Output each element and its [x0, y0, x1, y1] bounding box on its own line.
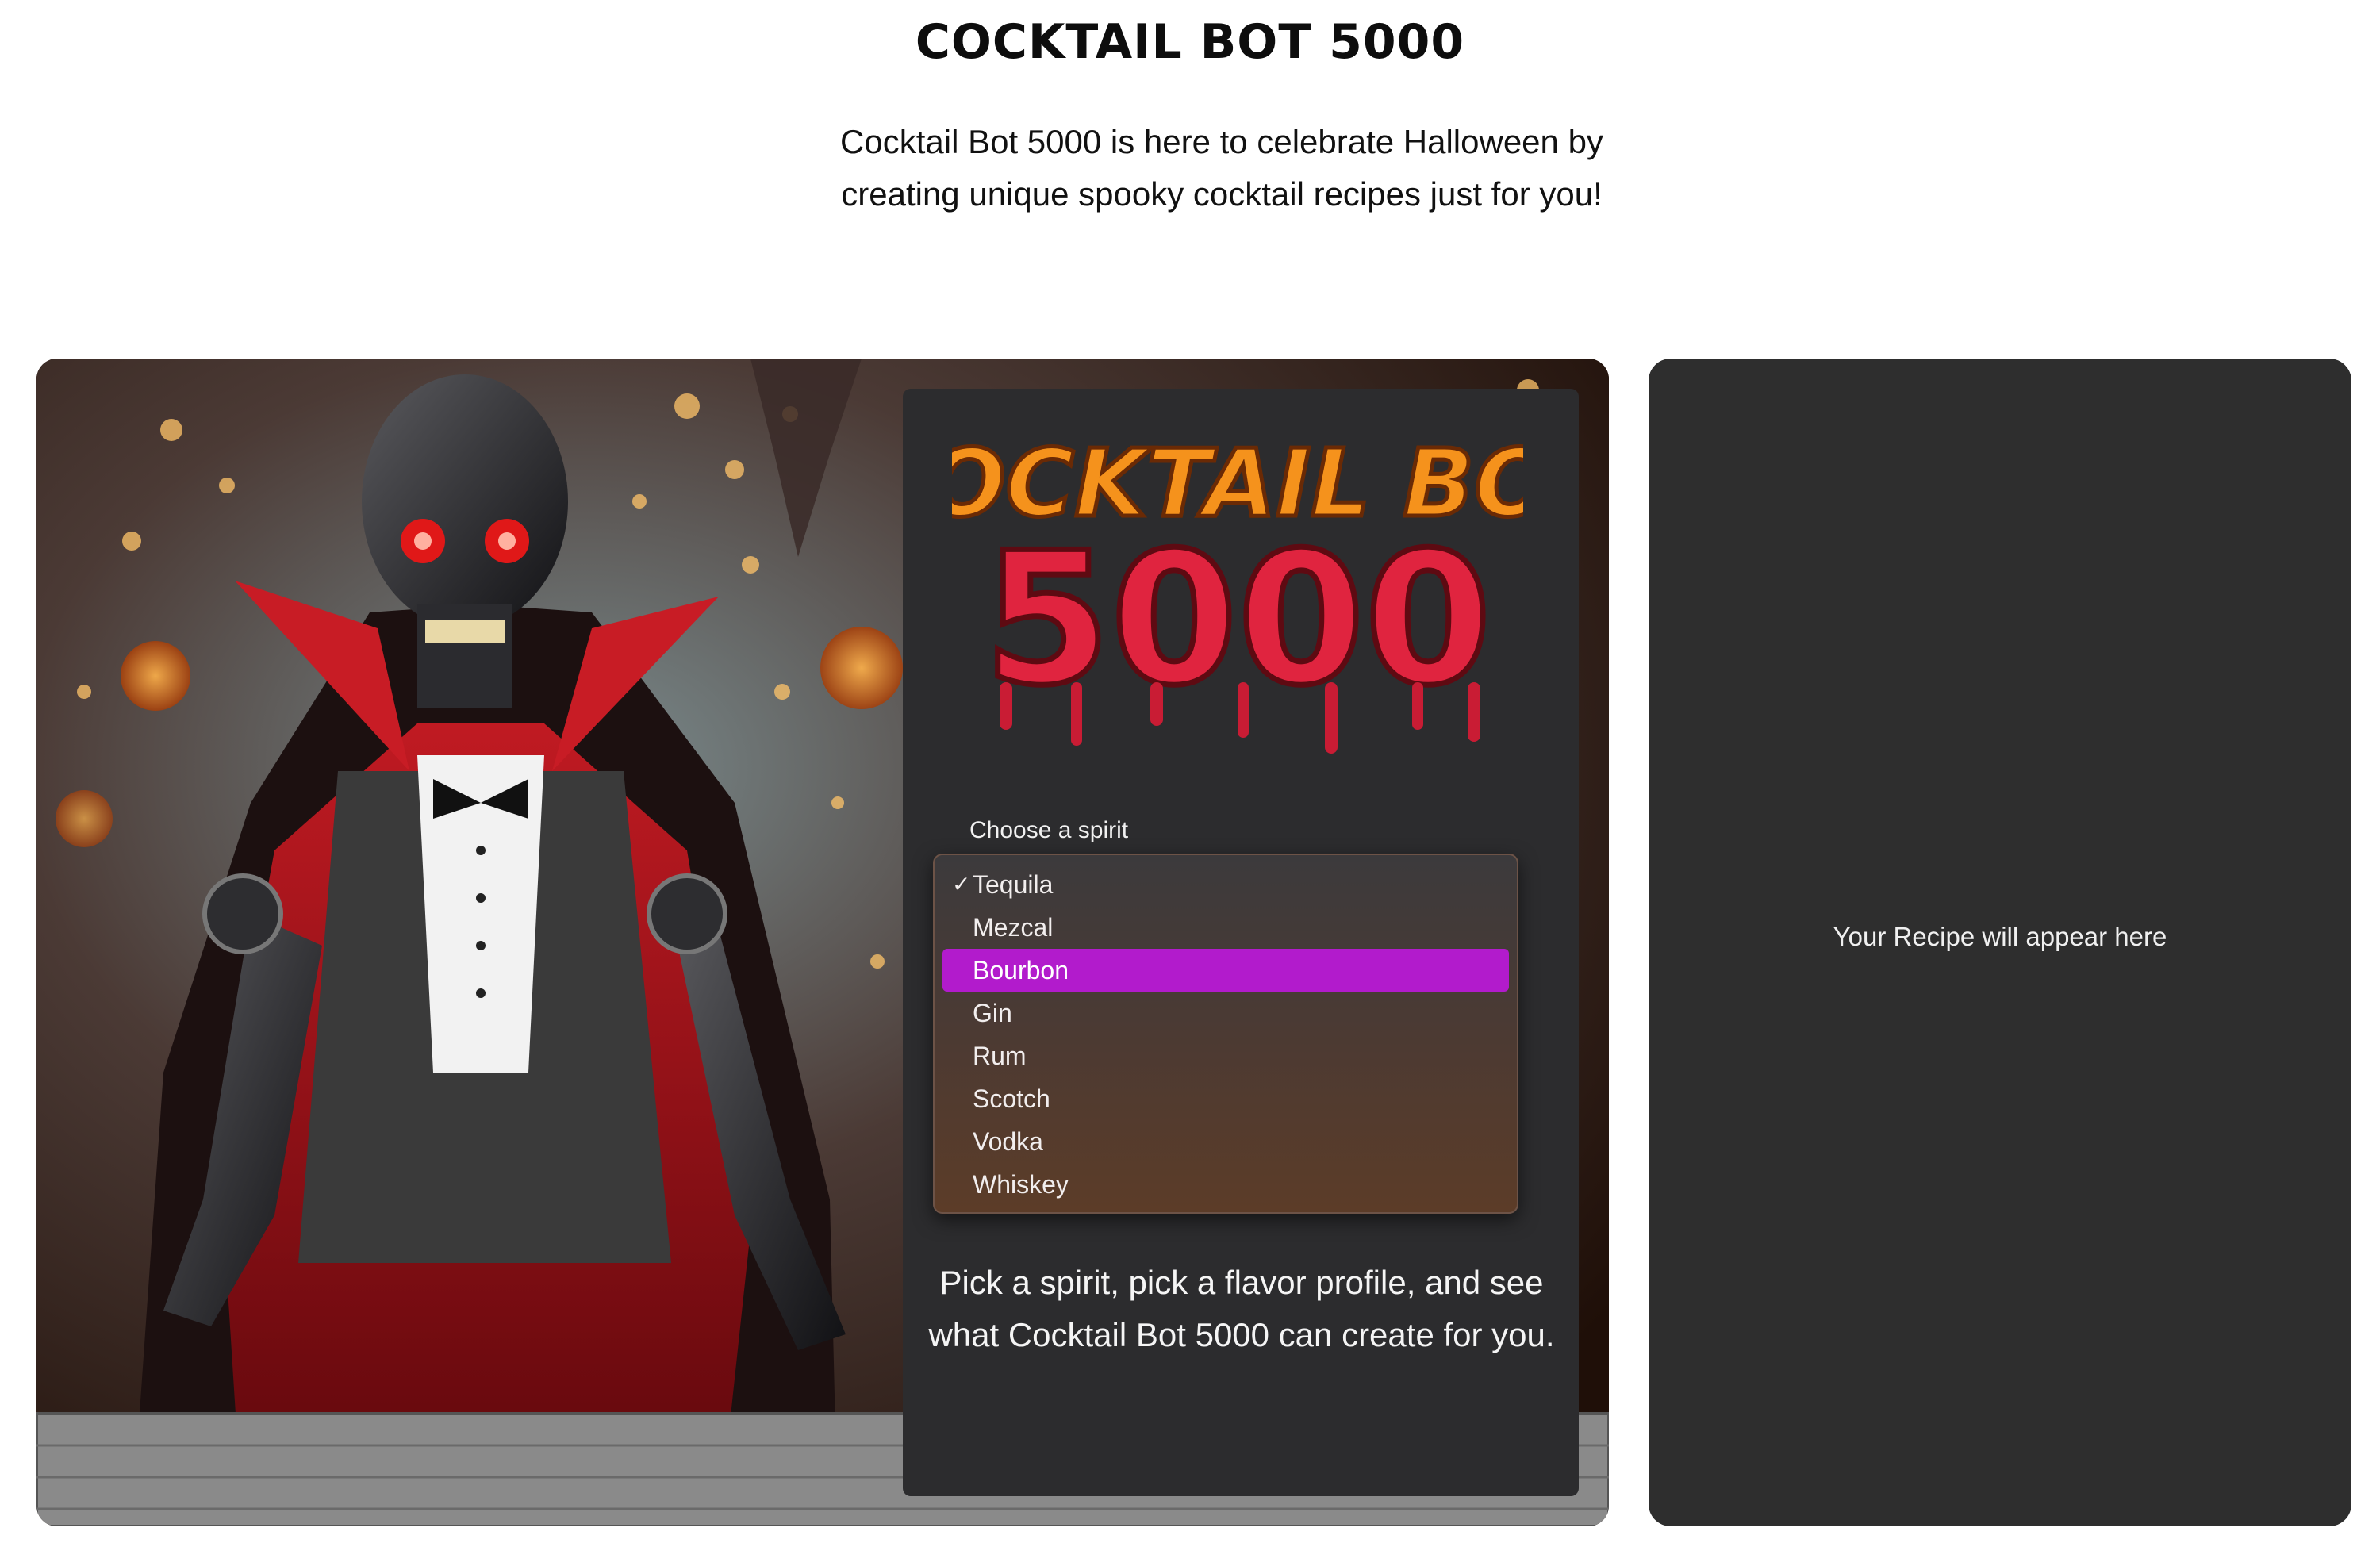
recipe-output-card: Your Recipe will appear here — [1649, 359, 2351, 1526]
option-label: Rum — [973, 1042, 1027, 1070]
option-label: Gin — [973, 999, 1012, 1027]
option-label: Tequila — [973, 870, 1054, 899]
spirit-dropdown-menu[interactable]: ✓ Tequila Mezcal Bourbon Gin Rum Scotch … — [933, 854, 1518, 1214]
option-label: Vodka — [973, 1127, 1043, 1156]
option-label: Bourbon — [973, 956, 1069, 984]
option-label: Mezcal — [973, 913, 1054, 942]
tagline-text: Pick a spirit, pick a flavor profile, an… — [928, 1264, 1555, 1353]
spirit-label: Choose a spirit — [969, 817, 1129, 843]
page-title: COCKTAIL BOT 5000 — [915, 14, 1465, 70]
spirit-option-mezcal[interactable]: Mezcal — [942, 906, 1509, 949]
spirit-option-whiskey[interactable]: Whiskey — [942, 1163, 1509, 1206]
spirit-option-vodka[interactable]: Vodka — [942, 1120, 1509, 1163]
recipe-placeholder-text: Your Recipe will appear here — [1833, 922, 2167, 951]
option-label: Whiskey — [973, 1170, 1069, 1199]
cocktail-bot-logo: COCKTAIL BOT 5000 — [952, 427, 1523, 754]
check-icon: ✓ — [952, 872, 971, 896]
spirit-option-rum[interactable]: Rum — [942, 1034, 1509, 1077]
spirit-option-tequila[interactable]: ✓ Tequila — [942, 863, 1509, 906]
option-label: Scotch — [973, 1084, 1050, 1113]
spirit-option-bourbon[interactable]: Bourbon — [942, 949, 1509, 992]
spirit-option-scotch[interactable]: Scotch — [942, 1077, 1509, 1120]
intro-text: Cocktail Bot 5000 is here to celebrate H… — [840, 123, 1603, 213]
spirit-option-gin[interactable]: Gin — [942, 992, 1509, 1034]
